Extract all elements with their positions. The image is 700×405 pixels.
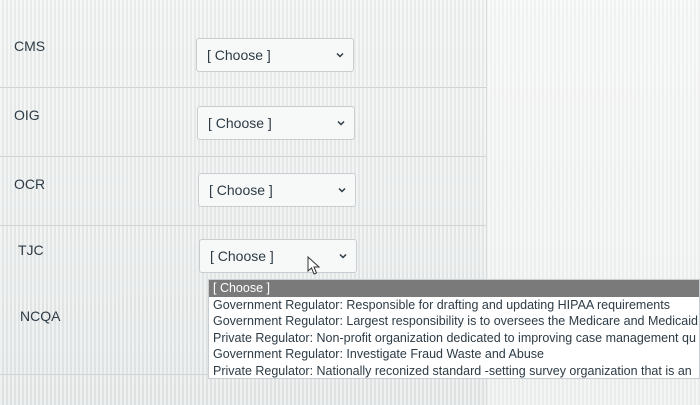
row-label-cms: CMS	[14, 38, 46, 54]
match-row-ocr: OCR [ Choose ]	[0, 157, 486, 226]
row-label-ocr: OCR	[14, 176, 46, 192]
quiz-matching-page: CMS [ Choose ] OIG [ Choose ] OCR [ Choo…	[0, 0, 700, 405]
dropdown-option-choose[interactable]: [ Choose ]	[209, 280, 699, 297]
chevron-down-icon	[338, 187, 346, 193]
row-label-oig: OIG	[14, 107, 40, 123]
match-row-cms: CMS [ Choose ]	[0, 0, 486, 88]
mouse-cursor-icon	[307, 256, 321, 275]
select-value: [ Choose ]	[207, 47, 271, 63]
dropdown-option[interactable]: Government Regulator: Largest responsibi…	[209, 313, 699, 330]
match-row-oig: OIG [ Choose ]	[0, 88, 486, 157]
select-cms[interactable]: [ Choose ]	[196, 38, 354, 72]
dropdown-option[interactable]: Private Regulator: Nationally reconized …	[209, 363, 699, 379]
dropdown-option[interactable]: Government Regulator: Investigate Fraud …	[209, 346, 699, 363]
select-tjc[interactable]: [ Choose ]	[199, 239, 357, 273]
select-ocr[interactable]: [ Choose ]	[198, 173, 356, 207]
select-value: [ Choose ]	[210, 248, 274, 264]
dropdown-option[interactable]: Government Regulator: Responsible for dr…	[209, 297, 699, 314]
chevron-down-icon	[339, 253, 347, 259]
tjc-dropdown-list: [ Choose ] Government Regulator: Respons…	[208, 279, 700, 379]
select-oig[interactable]: [ Choose ]	[197, 106, 355, 140]
dropdown-option[interactable]: Private Regulator: Non-profit organizati…	[209, 330, 699, 347]
row-label-ncqa: NCQA	[20, 308, 61, 324]
select-value: [ Choose ]	[209, 182, 273, 198]
chevron-down-icon	[337, 120, 345, 126]
chevron-down-icon	[336, 52, 344, 58]
row-label-tjc: TJC	[18, 242, 44, 258]
select-value: [ Choose ]	[208, 115, 272, 131]
